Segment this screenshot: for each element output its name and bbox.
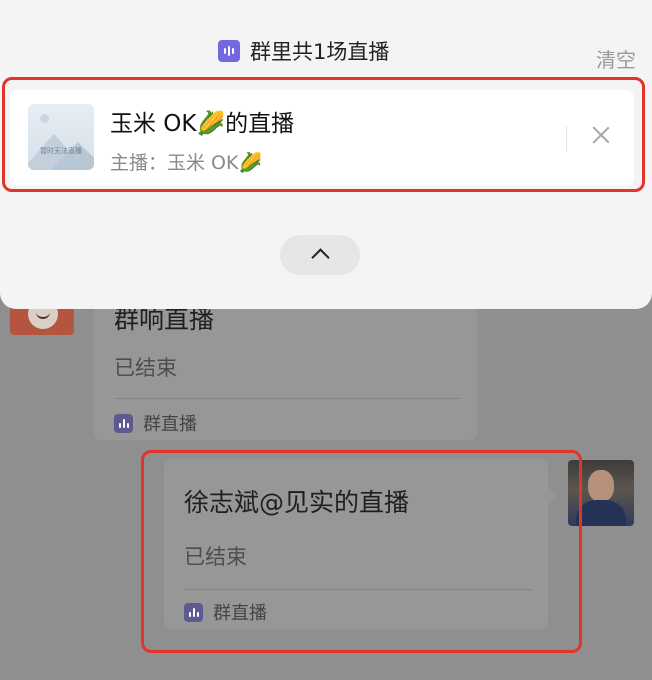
highlight-box bbox=[141, 450, 582, 653]
live-audio-icon bbox=[114, 413, 133, 433]
chevron-up-icon bbox=[311, 248, 330, 267]
live-message-card[interactable]: 群响直播 已结束 群直播 bbox=[94, 290, 477, 440]
card-divider bbox=[114, 398, 461, 399]
panel-title: 群里共1场直播 bbox=[250, 40, 390, 64]
avatar-body bbox=[576, 500, 626, 526]
collapse-button[interactable] bbox=[280, 235, 360, 275]
highlight-box bbox=[2, 77, 645, 192]
live-audio-icon bbox=[218, 40, 240, 62]
header-title-group: 群里共1场直播 bbox=[218, 36, 389, 66]
live-card-status: 已结束 bbox=[114, 356, 177, 380]
live-card-footer: 群直播 bbox=[114, 410, 197, 436]
panel-header: 群里共1场直播 清空 bbox=[0, 36, 652, 73]
avatar-head bbox=[588, 470, 614, 502]
clear-button[interactable]: 清空 bbox=[596, 44, 636, 73]
live-card-footer-label: 群直播 bbox=[143, 414, 197, 435]
